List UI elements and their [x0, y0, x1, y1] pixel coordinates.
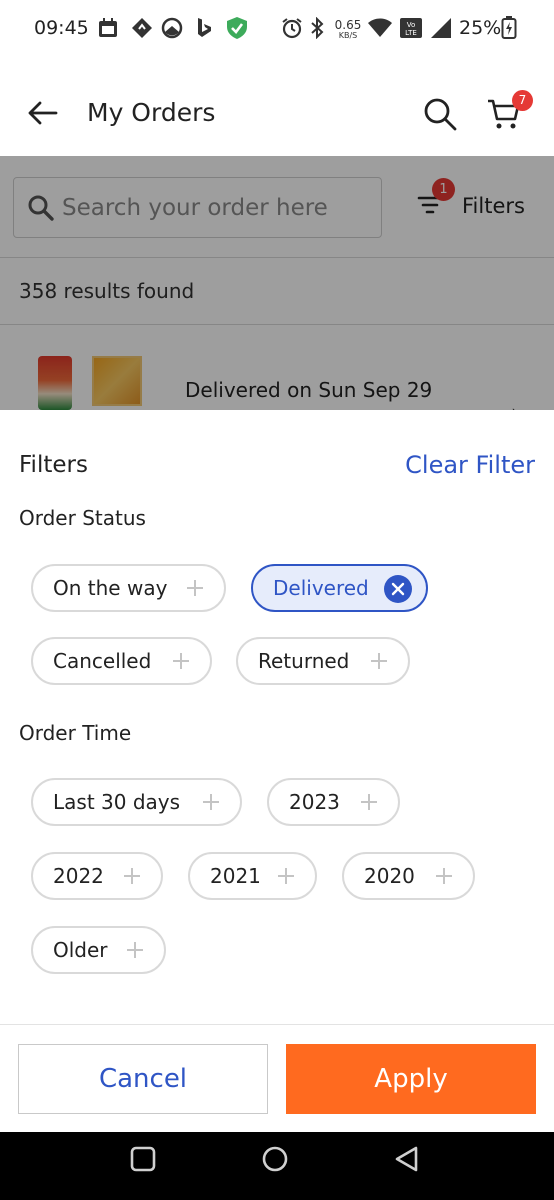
volte-icon: Vo LTE	[398, 16, 424, 40]
bluetooth-icon	[308, 16, 326, 40]
plus-icon	[173, 653, 189, 669]
shield-check-icon	[224, 16, 250, 40]
navigation-app-icon	[130, 16, 154, 40]
svg-text:Vo: Vo	[407, 21, 416, 29]
chip-2021[interactable]: 2021	[188, 852, 317, 900]
plus-icon	[127, 942, 143, 958]
modal-scrim[interactable]	[0, 156, 554, 410]
system-nav-bar	[0, 1132, 554, 1200]
cellular-signal-icon	[428, 16, 454, 40]
plus-icon	[361, 794, 377, 810]
divider	[0, 1024, 554, 1025]
chip-delivered[interactable]: Delivered	[251, 564, 428, 612]
chip-returned[interactable]: Returned	[236, 637, 410, 685]
chip-older[interactable]: Older	[31, 926, 166, 974]
remove-filter-icon[interactable]	[384, 575, 412, 603]
status-bar: 09:45 0.65 KB/S Vo LTE 25%	[0, 0, 554, 58]
plus-icon	[124, 868, 140, 884]
plus-icon	[436, 868, 452, 884]
chip-2023[interactable]: 2023	[267, 778, 400, 826]
alarm-icon	[280, 16, 304, 40]
network-speed: 0.65 KB/S	[334, 17, 362, 40]
clear-filter-link[interactable]: Clear Filter	[405, 451, 535, 479]
chip-2020[interactable]: 2020	[342, 852, 475, 900]
cancel-button[interactable]: Cancel	[18, 1044, 268, 1114]
chip-last-30-days[interactable]: Last 30 days	[31, 778, 242, 826]
cart-count-badge: 7	[512, 90, 533, 111]
back-triangle-icon[interactable]	[392, 1144, 422, 1174]
apply-button[interactable]: Apply	[286, 1044, 536, 1114]
wifi-icon	[366, 16, 394, 40]
plus-icon	[278, 868, 294, 884]
battery-charging-icon	[500, 16, 518, 40]
battery-percent: 25%	[459, 17, 502, 39]
sheet-title: Filters	[19, 452, 88, 478]
app-bar: My Orders 7	[0, 58, 554, 156]
order-status-heading: Order Status	[19, 506, 146, 530]
bing-icon	[194, 16, 214, 40]
chip-on-the-way[interactable]: On the way	[31, 564, 226, 612]
calendar-icon	[96, 16, 120, 40]
chip-2022[interactable]: 2022	[31, 852, 163, 900]
app-circle-icon	[160, 16, 184, 40]
search-icon[interactable]	[422, 96, 458, 132]
home-icon[interactable]	[260, 1144, 290, 1174]
filter-bottom-sheet: Filters Clear Filter Order Status On the…	[0, 410, 554, 1132]
plus-icon	[187, 580, 203, 596]
page-title: My Orders	[87, 98, 216, 127]
order-time-heading: Order Time	[19, 721, 132, 745]
chip-cancelled[interactable]: Cancelled	[31, 637, 212, 685]
recents-icon[interactable]	[128, 1144, 158, 1174]
status-time: 09:45	[34, 17, 89, 39]
plus-icon	[203, 794, 219, 810]
back-arrow-icon[interactable]	[26, 96, 60, 130]
plus-icon	[371, 653, 387, 669]
svg-text:LTE: LTE	[405, 29, 417, 37]
